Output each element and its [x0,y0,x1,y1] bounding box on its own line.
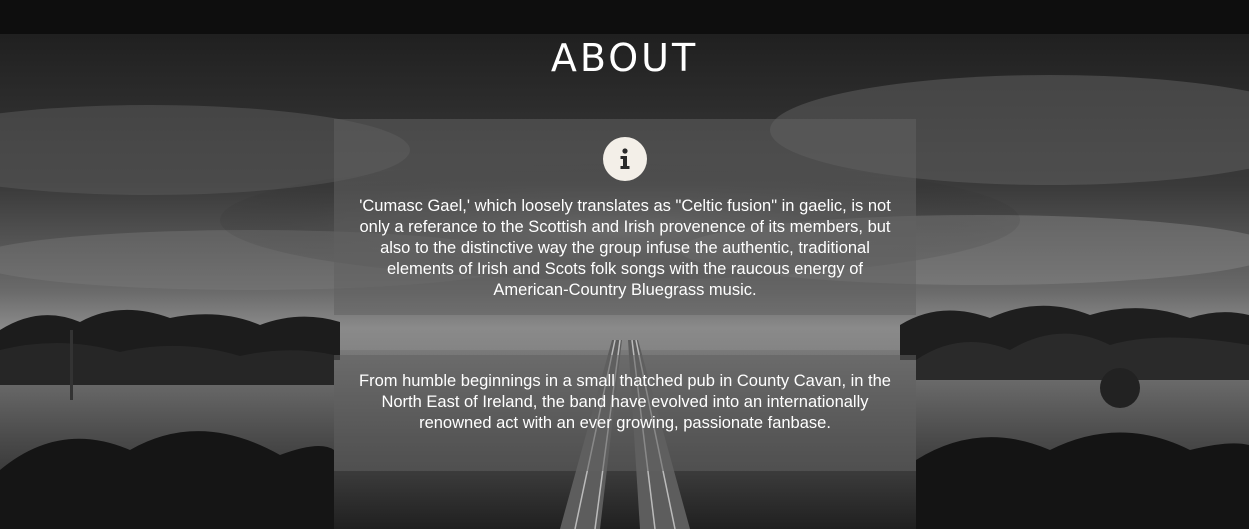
about-page: ABOUT 'Cumasc Gael,' which loosely trans… [0,0,1249,529]
about-intro-text: 'Cumasc Gael,' which loosely translates … [359,197,891,299]
page-title: ABOUT [550,36,699,80]
info-icon [603,137,647,181]
about-history-text: From humble beginnings in a small thatch… [359,372,891,432]
top-bar [0,0,1249,34]
about-panel-intro: 'Cumasc Gael,' which loosely translates … [334,119,916,315]
about-panel-history: From humble beginnings in a small thatch… [334,355,916,471]
